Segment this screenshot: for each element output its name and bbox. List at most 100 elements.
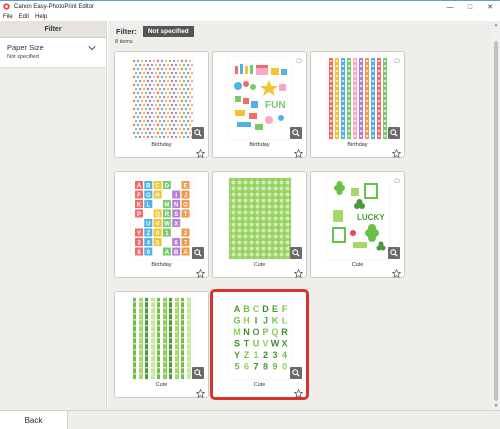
svg-text:I: I xyxy=(255,316,258,326)
svg-text:L: L xyxy=(282,316,288,326)
zoom-button[interactable] xyxy=(388,127,400,139)
svg-text:M: M xyxy=(164,202,169,208)
svg-text:J: J xyxy=(263,316,268,326)
svg-text:Q: Q xyxy=(155,212,160,218)
svg-text:A: A xyxy=(165,250,170,256)
svg-text:A: A xyxy=(137,183,142,189)
svg-text:Z: Z xyxy=(146,231,150,237)
cloud-download-icon xyxy=(295,58,302,63)
app-logo-icon xyxy=(3,3,10,10)
cloud-download-icon xyxy=(393,58,400,63)
template-thumbnail xyxy=(131,58,193,139)
svg-text:Y: Y xyxy=(234,350,240,360)
scroll-thumb[interactable] xyxy=(494,41,498,401)
svg-text:3: 3 xyxy=(272,350,277,360)
template-card[interactable]: Birthday xyxy=(310,51,405,158)
template-card-selected[interactable]: ABCDEF GHIJKL MNOPQR STUVWX YZ1234 567890 Cut… xyxy=(212,291,307,398)
zoom-button[interactable] xyxy=(290,367,302,379)
star-icon[interactable] xyxy=(196,269,205,278)
svg-text:4: 4 xyxy=(282,350,287,360)
svg-text:T: T xyxy=(184,212,188,218)
template-card[interactable]: LUCKY Cute xyxy=(310,171,405,278)
svg-text:W: W xyxy=(164,221,170,227)
svg-text:Y: Y xyxy=(137,231,141,237)
template-card[interactable]: Cute xyxy=(212,171,307,278)
window-title: Canon Easy-PhotoPrint Editor xyxy=(14,3,95,10)
scroll-up-arrow-icon[interactable]: ▲ xyxy=(493,22,499,28)
menu-help[interactable]: Help xyxy=(35,14,47,20)
svg-text:K: K xyxy=(272,316,279,326)
svg-text:G: G xyxy=(233,316,240,326)
back-button[interactable]: Back xyxy=(0,411,68,429)
template-card[interactable]: Birthday xyxy=(114,51,209,158)
paper-size-dropdown[interactable]: Paper Size Not specified xyxy=(0,38,106,68)
svg-text:N: N xyxy=(174,202,178,208)
template-label: Birthday xyxy=(151,142,172,148)
svg-text:8: 8 xyxy=(263,362,268,372)
magnifier-icon xyxy=(390,129,398,137)
svg-text:M: M xyxy=(233,327,241,337)
template-card[interactable]: Cute xyxy=(114,291,209,398)
svg-text:P: P xyxy=(137,212,141,218)
zoom-button[interactable] xyxy=(290,127,302,139)
svg-text:O: O xyxy=(183,202,188,208)
vertical-scrollbar[interactable]: ▲ ▼ xyxy=(492,21,500,410)
star-icon[interactable] xyxy=(196,149,205,158)
template-thumbnail: ABCDEFGHIJKLMNOPQRSTUVWXYZ0123456789ABA xyxy=(131,178,193,259)
star-icon[interactable] xyxy=(392,149,401,158)
svg-text:5: 5 xyxy=(234,362,239,372)
scroll-down-arrow-icon[interactable]: ▼ xyxy=(493,403,499,409)
svg-text:A: A xyxy=(183,250,188,256)
svg-text:F: F xyxy=(137,193,141,199)
svg-text:N: N xyxy=(243,327,250,337)
filter-sidebar: Filter Paper Size Not specified xyxy=(0,21,107,410)
filter-header: Filter xyxy=(0,21,106,38)
zoom-button[interactable] xyxy=(290,247,302,259)
svg-text:F: F xyxy=(282,304,288,314)
template-thumbnail: ABCDEF GHIJKL MNOPQR STUVWX YZ1234 567890 xyxy=(229,298,291,379)
zoom-button[interactable] xyxy=(192,247,204,259)
svg-text:R: R xyxy=(281,327,288,337)
template-label: Birthday xyxy=(249,142,270,148)
template-card[interactable]: FUN Birthday xyxy=(212,51,307,158)
magnifier-icon xyxy=(292,249,300,257)
menu-bar: File Edit Help xyxy=(0,12,500,21)
template-thumbnail xyxy=(229,178,291,259)
template-gallery: Filter: Not specified 8 items Birthday F… xyxy=(108,21,500,410)
svg-text:O: O xyxy=(252,327,259,337)
svg-text:X: X xyxy=(281,339,287,349)
svg-text:S: S xyxy=(174,212,178,218)
svg-text:K: K xyxy=(137,202,142,208)
star-icon[interactable] xyxy=(294,389,303,398)
template-label: Cute xyxy=(253,382,266,388)
filter-badge[interactable]: Not specified xyxy=(142,26,194,37)
svg-text:J: J xyxy=(184,193,187,199)
svg-text:B: B xyxy=(146,183,151,189)
svg-text:U: U xyxy=(146,221,150,227)
svg-text:D: D xyxy=(165,183,170,189)
star-icon[interactable] xyxy=(196,389,205,398)
svg-text:FUN: FUN xyxy=(265,100,286,111)
svg-text:W: W xyxy=(271,339,280,349)
svg-text:B: B xyxy=(174,250,179,256)
template-card[interactable]: ABCDEFGHIJKLMNOPQRSTUVWXYZ0123456789ABA … xyxy=(114,171,209,278)
zoom-button[interactable] xyxy=(192,127,204,139)
menu-file[interactable]: File xyxy=(3,14,13,20)
menu-edit[interactable]: Edit xyxy=(19,14,29,20)
magnifier-icon xyxy=(390,249,398,257)
star-icon[interactable] xyxy=(392,269,401,278)
svg-text:C: C xyxy=(155,183,160,189)
magnifier-icon xyxy=(292,369,300,377)
svg-text:9: 9 xyxy=(272,362,277,372)
item-count: 8 items xyxy=(115,39,133,45)
chevron-down-icon xyxy=(88,46,96,51)
paper-size-value: Not specified xyxy=(7,54,39,60)
template-label: Cute xyxy=(155,382,168,388)
zoom-button[interactable] xyxy=(192,367,204,379)
star-icon[interactable] xyxy=(294,269,303,278)
template-label: Cute xyxy=(351,262,364,268)
magnifier-icon xyxy=(292,129,300,137)
active-filter-bar: Filter: Not specified xyxy=(116,26,194,37)
zoom-button[interactable] xyxy=(388,247,400,259)
star-icon[interactable] xyxy=(294,149,303,158)
